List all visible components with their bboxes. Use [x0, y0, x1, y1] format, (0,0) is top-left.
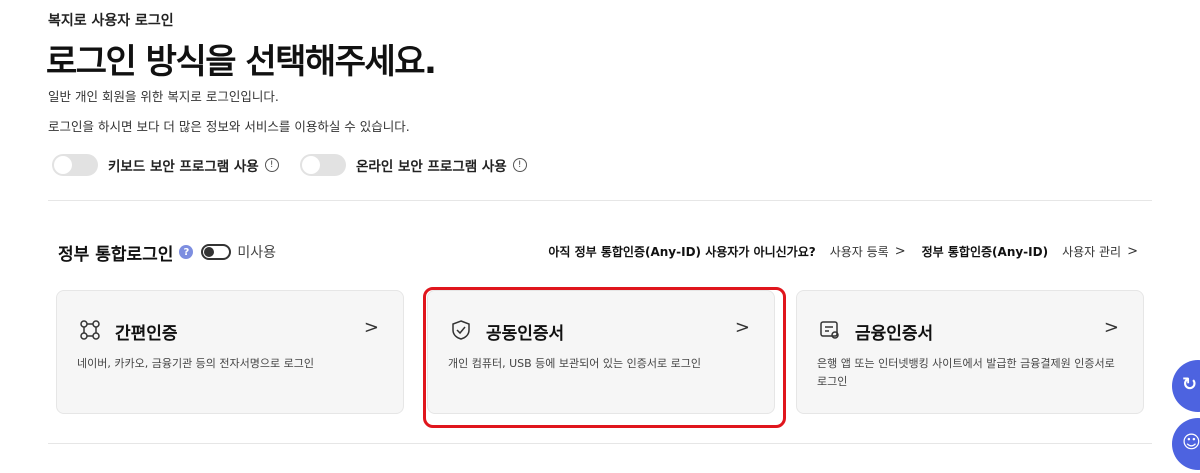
- info-icon[interactable]: !: [512, 158, 527, 172]
- divider: [48, 200, 1152, 201]
- chatbot-float-button[interactable]: ☺: [1172, 418, 1200, 470]
- online-security-toggle-row: 온라인 보안 프로그램 사용 !: [300, 154, 527, 176]
- chevron-right-icon: >: [1103, 317, 1119, 338]
- simple-auth-card[interactable]: 간편인증 > 네이버, 카카오, 금융기관 등의 전자서명으로 로그인: [56, 290, 404, 414]
- info-icon[interactable]: !: [264, 158, 279, 172]
- register-link[interactable]: 사용자 등록: [830, 243, 889, 260]
- help-icon[interactable]: ?: [179, 245, 194, 259]
- page-title: 로그인 방식을 선택해주세요.: [46, 42, 437, 82]
- manage-link[interactable]: 사용자 관리: [1062, 243, 1121, 260]
- online-security-label: 온라인 보안 프로그램 사용: [356, 159, 507, 175]
- keyboard-security-switch[interactable]: [52, 154, 98, 176]
- financial-certificate-card[interactable]: 금융인증서 > 은행 앱 또는 인터넷뱅킹 사이트에서 발급한 금융결제원 인증…: [796, 290, 1144, 414]
- gov-login-switch[interactable]: [201, 244, 232, 260]
- online-security-switch[interactable]: [300, 154, 346, 176]
- card-description: 은행 앱 또는 인터넷뱅킹 사이트에서 발급한 금융결제원 인증서로 로그인: [817, 357, 1115, 388]
- description-line-1: 일반 개인 회원을 위한 복지로 로그인입니다.: [48, 89, 279, 104]
- divider: [48, 443, 1152, 444]
- gov-login-header: 정부 통합로그인 ? 미사용: [58, 240, 277, 265]
- card-title: 금융인증서: [855, 324, 934, 344]
- description-line-2: 로그인을 하시면 보다 더 많은 정보와 서비스를 이용하실 수 있습니다.: [48, 119, 410, 134]
- chatbot-icon: ☺: [1182, 432, 1200, 453]
- section-title: 정부 통합로그인: [58, 244, 174, 265]
- keyboard-security-toggle-row: 키보드 보안 프로그램 사용 !: [52, 154, 279, 176]
- gov-login-switch-label: 미사용: [237, 245, 277, 261]
- chevron-right-icon: >: [363, 317, 379, 338]
- link-nodes-icon: [80, 320, 100, 340]
- card-title: 간편인증: [115, 324, 178, 344]
- any-id-links: 아직 정부 통합인증(Any-ID) 사용자가 아니신가요? 사용자 등록 > …: [548, 243, 1138, 260]
- chevron-right-icon[interactable]: >: [895, 244, 906, 259]
- breadcrumb: 복지로 사용자 로그인: [48, 13, 174, 29]
- any-id-prompt: 아직 정부 통합인증(Any-ID) 사용자가 아니신가요?: [548, 245, 816, 259]
- certificate-icon: [820, 321, 839, 339]
- any-id-label: 정부 통합인증(Any-ID): [921, 245, 1049, 259]
- keyboard-security-label: 키보드 보안 프로그램 사용: [108, 159, 259, 175]
- selection-highlight: [423, 287, 786, 428]
- refresh-float-button[interactable]: ↻: [1172, 360, 1200, 412]
- chevron-right-icon[interactable]: >: [1127, 244, 1138, 259]
- card-description: 네이버, 카카오, 금융기관 등의 전자서명으로 로그인: [77, 357, 314, 370]
- refresh-icon: ↻: [1182, 374, 1198, 395]
